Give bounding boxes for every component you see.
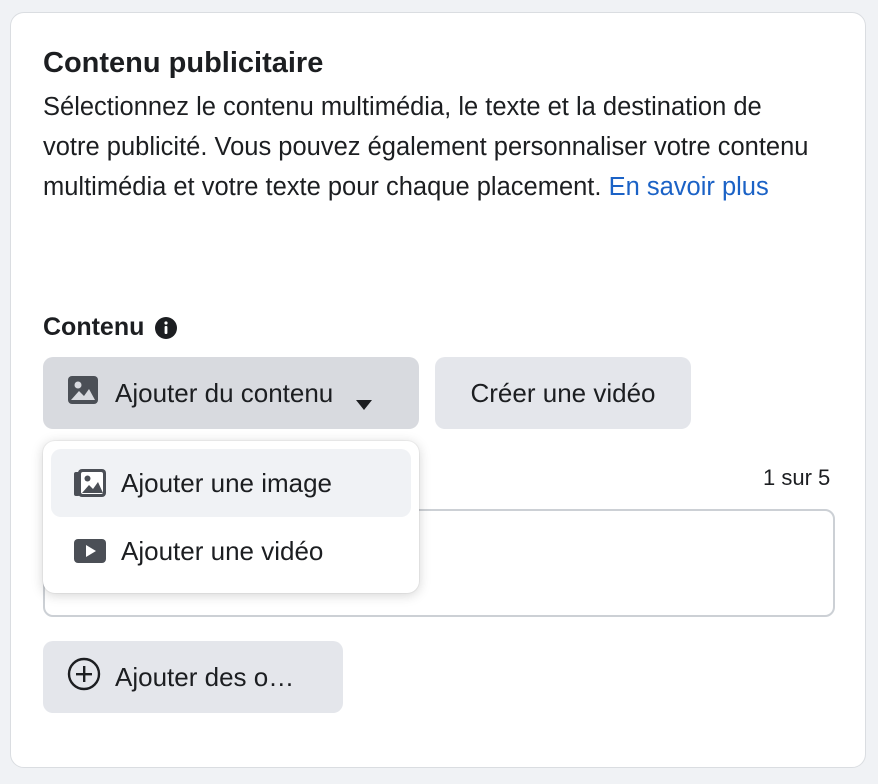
add-content-button[interactable]: Ajouter du contenu [43, 357, 419, 429]
info-icon[interactable] [154, 316, 178, 340]
add-options-label: Ajouter des o… [115, 661, 295, 692]
section-title: Contenu publicitaire [43, 47, 324, 79]
content-label: Contenu [43, 313, 145, 341]
create-video-button[interactable]: Créer une vidéo [435, 357, 691, 429]
caret-down-icon [355, 387, 373, 410]
ad-content-card: Contenu publicitaire Sélectionnez le con… [10, 12, 866, 768]
media-counter: 1 sur 5 [763, 465, 831, 490]
video-play-icon [73, 536, 107, 566]
add-content-dropdown: Ajouter une image Ajouter une vidéo [43, 441, 419, 593]
image-stack-icon [73, 468, 107, 498]
plus-circle-icon [67, 657, 101, 698]
content-label-row: Contenu [43, 313, 178, 342]
add-options-button[interactable]: Ajouter des o… [43, 641, 343, 713]
menu-item-label: Ajouter une image [121, 467, 333, 498]
image-icon [67, 375, 99, 412]
menu-item-label: Ajouter une vidéo [121, 535, 324, 566]
learn-more-link[interactable]: En savoir plus [609, 173, 769, 201]
menu-item-add-image[interactable]: Ajouter une image [51, 449, 411, 517]
create-video-label: Créer une vidéo [470, 377, 656, 408]
add-content-label: Ajouter du contenu [115, 377, 334, 408]
section-description: Sélectionnez le contenu multimédia, le t… [43, 87, 823, 207]
menu-item-add-video[interactable]: Ajouter une vidéo [51, 517, 411, 585]
